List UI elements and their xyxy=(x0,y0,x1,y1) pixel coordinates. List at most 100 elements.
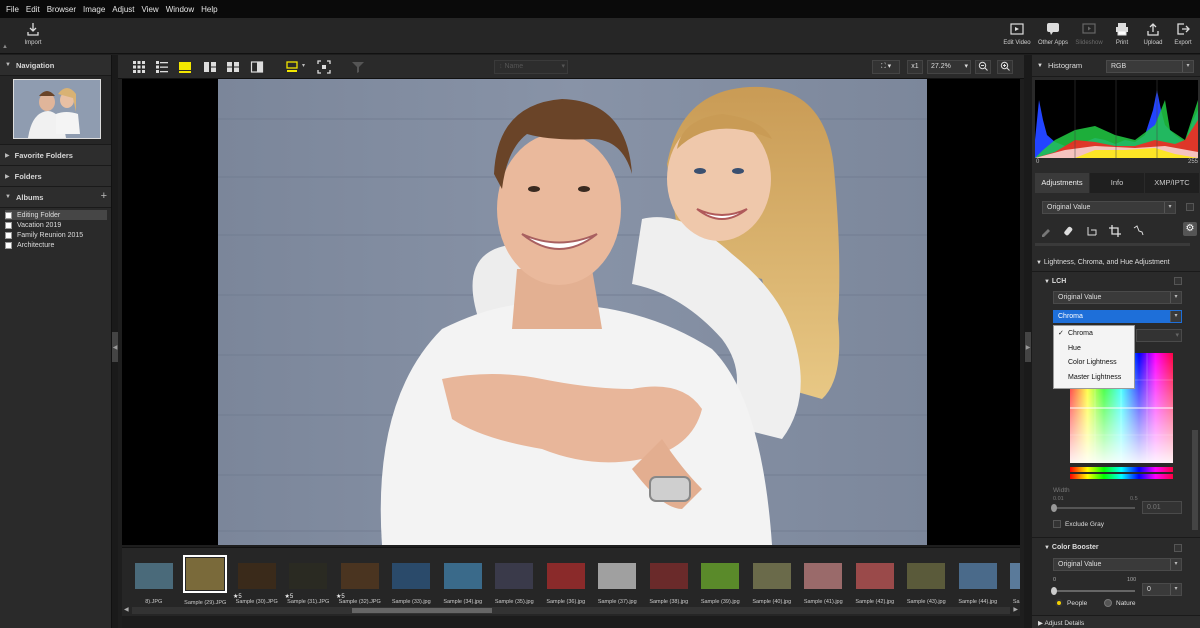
menu-image[interactable]: Image xyxy=(83,5,105,14)
menu-browser[interactable]: Browser xyxy=(47,5,76,14)
right-panel-toggle-icon[interactable]: ▶ xyxy=(1025,332,1031,362)
menu-file[interactable]: File xyxy=(6,5,19,14)
before-after-view-icon[interactable] xyxy=(250,60,264,74)
perspective-tool-icon[interactable] xyxy=(1132,225,1155,237)
exclude-gray-checkbox[interactable] xyxy=(1053,520,1061,528)
filmstrip-thumbnail[interactable]: Sample (45).j xyxy=(1004,556,1020,606)
tab-info[interactable]: Info xyxy=(1090,173,1145,193)
navigation-header[interactable]: ▼ Navigation xyxy=(0,55,111,76)
album-item[interactable]: Family Reunion 2015 xyxy=(5,230,111,240)
lch-preset-select[interactable]: Original Value ▾ xyxy=(1053,291,1182,304)
menu-adjust[interactable]: Adjust xyxy=(112,5,134,14)
filmstrip-thumbnail[interactable]: 8).JPG xyxy=(128,556,180,606)
stepper-icon[interactable]: ▾ xyxy=(1170,584,1181,595)
booster-slider[interactable] xyxy=(1051,587,1135,595)
panel-scrollbar[interactable] xyxy=(1192,430,1198,530)
filmstrip-thumbnail[interactable]: Sample (34).jpg xyxy=(437,556,489,606)
sort-select[interactable]: ↕ Name ▾ xyxy=(494,60,568,74)
nature-radio[interactable] xyxy=(1104,599,1112,607)
filmstrip-thumbnail[interactable]: Sample (41).jpg xyxy=(798,556,850,606)
crop-tool-icon[interactable] xyxy=(1109,225,1132,237)
filmstrip-thumbnail[interactable]: Sample (43).jpg xyxy=(901,556,953,606)
settings-gear-icon[interactable]: ⚙ xyxy=(1183,222,1197,236)
lch-header[interactable]: ▼ LCH xyxy=(1044,278,1066,285)
lch-enable-checkbox[interactable] xyxy=(1174,277,1182,285)
menu-window[interactable]: Window xyxy=(166,5,194,14)
filmstrip-thumbnail[interactable]: ★5 Sample (32).JPG xyxy=(334,556,386,606)
add-album-icon[interactable]: + xyxy=(101,190,107,202)
filmstrip-thumbnail[interactable]: Sample (38).jpg xyxy=(643,556,695,606)
dropdown-option-hue[interactable]: Hue xyxy=(1054,341,1134,356)
width-slider[interactable] xyxy=(1051,504,1135,512)
export-button[interactable]: Export xyxy=(1161,21,1200,46)
scroll-left-icon[interactable]: ◀ xyxy=(124,606,129,613)
dropdown-option-chroma[interactable]: ✓ Chroma xyxy=(1054,326,1134,341)
filmstrip-thumbnail[interactable]: ★5 Sample (30).JPG xyxy=(231,556,283,606)
booster-preset-select[interactable]: Original Value ▾ xyxy=(1053,558,1182,571)
adjust-details-header[interactable]: ▶ Adjust Details xyxy=(1032,615,1200,628)
lch-channel-select[interactable]: Chroma ▾ xyxy=(1053,310,1182,323)
brush-tool-icon[interactable] xyxy=(1040,225,1063,237)
image-viewer[interactable] xyxy=(122,79,1020,545)
preset-checkbox[interactable] xyxy=(1186,203,1194,211)
filmstrip-thumbnail[interactable]: Sample (37).jpg xyxy=(592,556,644,606)
adjustment-preset-select[interactable]: Original Value ▾ xyxy=(1042,201,1176,214)
slider-thumb[interactable] xyxy=(1051,587,1057,595)
width-value-input[interactable]: 0.01 xyxy=(1142,501,1182,514)
scrollbar-thumb[interactable] xyxy=(352,608,492,613)
dropdown-option-color-lightness[interactable]: Color Lightness xyxy=(1054,355,1134,370)
zoom-out-button[interactable] xyxy=(975,60,991,74)
straighten-tool-icon[interactable] xyxy=(1086,225,1109,237)
booster-value-input[interactable]: 0 ▾ xyxy=(1142,583,1182,596)
filmstrip-thumbnail[interactable]: Sample (33).jpg xyxy=(386,556,438,606)
filmstrip-thumbnail[interactable]: Sample (40).jpg xyxy=(746,556,798,606)
left-panel-toggle-icon[interactable]: ◀ xyxy=(112,332,118,362)
zoom-multiplier-button[interactable]: x1 xyxy=(907,60,923,74)
grid-view-icon[interactable] xyxy=(132,60,146,74)
filmstrip-thumbnail[interactable]: Sample (42).jpg xyxy=(849,556,901,606)
lch-sub-select[interactable]: ▾ xyxy=(1136,329,1182,342)
people-radio[interactable] xyxy=(1055,599,1063,607)
album-item[interactable]: Vacation 2019 xyxy=(5,220,111,230)
filmstrip-thumbnail[interactable]: ★5 Sample (31).JPG xyxy=(283,556,335,606)
single-view-icon[interactable] xyxy=(178,60,192,74)
zoom-in-button[interactable] xyxy=(997,60,1013,74)
tab-xmp-iptc[interactable]: XMP/IPTC xyxy=(1145,173,1200,193)
filmstrip-thumbnail[interactable]: Sample (36).jpg xyxy=(540,556,592,606)
navigation-preview[interactable] xyxy=(0,76,111,145)
filmstrip-thumbnail[interactable]: Sample (35).jpg xyxy=(489,556,541,606)
scroll-right-icon[interactable]: ▶ xyxy=(1013,606,1018,613)
color-booster-checkbox[interactable] xyxy=(1174,544,1182,552)
label-dropdown-arrow-icon[interactable]: ▾ xyxy=(302,62,305,69)
retouch-tool-icon[interactable] xyxy=(1063,225,1086,237)
filmstrip-thumbnail[interactable]: Sample (44).jpg xyxy=(952,556,1004,606)
filmstrip-thumbnail[interactable]: Sample (29).JPG xyxy=(180,555,232,606)
menu-help[interactable]: Help xyxy=(201,5,217,14)
album-item[interactable]: Editing Folder xyxy=(5,210,107,220)
display-mode-select[interactable]: ⛶ ▾ xyxy=(872,60,900,74)
compare-view-icon[interactable] xyxy=(203,60,217,74)
filmstrip-scrollbar[interactable]: ◀ ▶ xyxy=(124,607,1018,614)
album-item[interactable]: Architecture xyxy=(5,240,111,250)
slider-thumb[interactable] xyxy=(1051,504,1057,512)
filter-icon[interactable] xyxy=(351,60,365,74)
tab-adjustments[interactable]: Adjustments xyxy=(1035,173,1090,193)
multi-view-icon[interactable] xyxy=(226,60,240,74)
filmstrip-thumbnail[interactable]: Sample (39).jpg xyxy=(695,556,747,606)
collapse-arrow-icon[interactable]: ▲ xyxy=(2,44,8,50)
list-view-icon[interactable] xyxy=(155,60,169,74)
fit-screen-icon[interactable] xyxy=(317,60,331,74)
lch-section-header[interactable]: ▼ Lightness, Chroma, and Hue Adjustment xyxy=(1036,259,1170,266)
color-booster-header[interactable]: ▼ Color Booster xyxy=(1044,544,1099,551)
dropdown-option-master-lightness[interactable]: Master Lightness xyxy=(1054,370,1134,385)
label-filter-icon[interactable] xyxy=(285,60,299,74)
zoom-select[interactable]: 27.2% ▾ xyxy=(927,60,971,74)
lch-title: LCH xyxy=(1051,278,1067,285)
histogram-channel-select[interactable]: RGB ▾ xyxy=(1106,60,1194,73)
menu-edit[interactable]: Edit xyxy=(26,5,40,14)
folders-header[interactable]: ▶ Folders xyxy=(0,166,111,187)
import-button[interactable]: Import xyxy=(11,21,55,46)
favorite-folders-header[interactable]: ▶ Favorite Folders xyxy=(0,145,111,166)
menu-view[interactable]: View xyxy=(142,5,159,14)
albums-header[interactable]: ▼ Albums + xyxy=(0,187,111,208)
